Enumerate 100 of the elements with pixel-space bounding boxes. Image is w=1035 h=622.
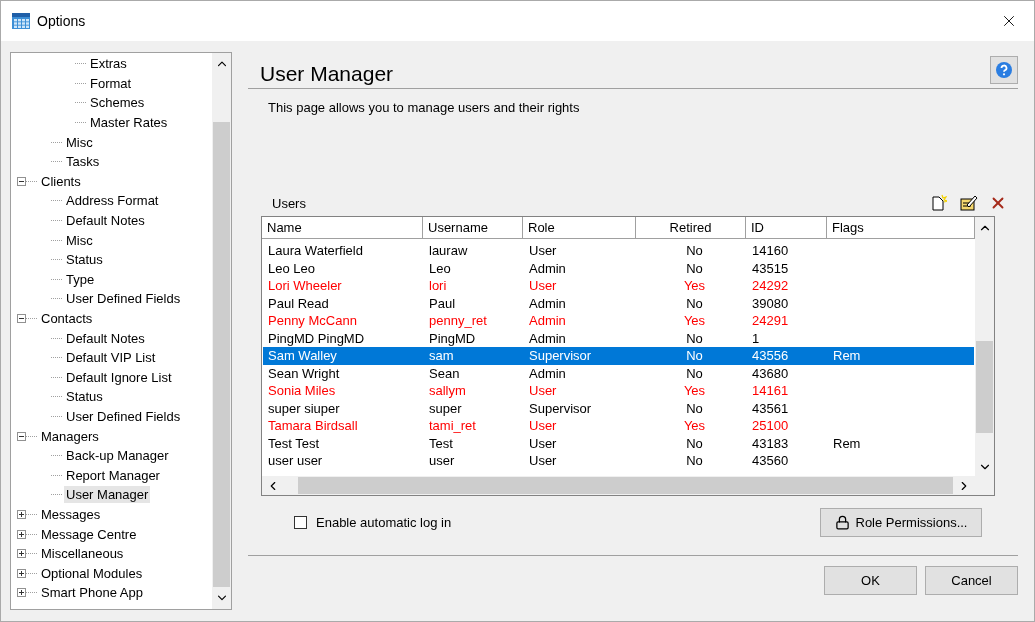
vertical-scrollbar[interactable] xyxy=(975,217,994,476)
tree-item[interactable]: Extras xyxy=(88,55,129,73)
table-row[interactable]: Sean Wright Sean Admin No 43680 xyxy=(263,364,974,382)
table-row[interactable]: Test Test Test User No 43183 Rem xyxy=(263,434,974,452)
table-row[interactable]: Tamara Birdsall tami_ret User Yes 25100 xyxy=(263,417,974,435)
table-row[interactable]: PingMD PingMD PingMD Admin No 1 xyxy=(263,329,974,347)
lock-icon xyxy=(834,515,850,530)
tree-item[interactable]: Default Notes xyxy=(64,329,147,347)
help-button[interactable] xyxy=(990,56,1018,84)
tree-item[interactable]: Contacts xyxy=(39,310,95,327)
calendar-grid-icon xyxy=(11,11,31,31)
table-cell-text: Yes xyxy=(682,418,707,434)
table-cell-text: No xyxy=(685,295,704,311)
table-row[interactable]: super siuper super Supervisor No 43561 xyxy=(263,399,974,417)
tree-item[interactable]: Optional Modules xyxy=(39,564,145,582)
table-row[interactable]: Laura Waterfield lauraw User No 14160 xyxy=(263,242,974,260)
table-cell-text: Test Test xyxy=(267,435,321,451)
table-cell-text: Leo xyxy=(428,260,452,276)
tree-item[interactable]: Status xyxy=(64,251,105,269)
table-cell-text: 43680 xyxy=(751,365,790,381)
table-cell-text: user user xyxy=(267,453,324,469)
table-cell-text: Rem xyxy=(832,435,862,451)
table-row[interactable]: Penny McCann penny_ret Admin Yes 24291 xyxy=(263,312,974,330)
tree-item[interactable]: User Defined Fields xyxy=(64,408,183,425)
collapse-icon[interactable] xyxy=(17,431,26,441)
table-cell-text: user xyxy=(428,453,456,469)
expand-icon[interactable] xyxy=(17,588,26,598)
table-cell-text: Admin xyxy=(528,365,567,381)
table-cell-text: 39080 xyxy=(751,295,790,311)
role-permissions-button[interactable]: Role Permissions... xyxy=(820,508,982,537)
table-cell-text: Admin xyxy=(528,330,567,346)
tree-item[interactable]: Back-up Manager xyxy=(64,447,171,465)
table-row[interactable]: Sonia Miles sallym User Yes 14161 xyxy=(263,382,974,400)
table-cell-text: No xyxy=(685,400,704,416)
table-cell-text: super xyxy=(428,400,463,416)
expand-icon[interactable] xyxy=(17,529,26,539)
table-cell-text: User xyxy=(528,435,558,451)
table-cell-text: Penny McCann xyxy=(267,313,358,329)
table-cell-text: No xyxy=(685,260,704,276)
expand-icon[interactable] xyxy=(17,549,26,559)
tree-item[interactable]: Message Centre xyxy=(39,525,139,543)
checkbox[interactable] xyxy=(294,516,307,529)
tree-item[interactable]: Miscellaneous xyxy=(39,545,126,563)
tree-item[interactable]: Managers xyxy=(39,427,101,445)
tree-item[interactable]: User Manager xyxy=(64,486,151,504)
table-cell-text: Tamara Birdsall xyxy=(267,418,359,434)
table-cell-text: Admin xyxy=(528,260,567,276)
table-cell-text: 43561 xyxy=(751,400,790,416)
table-cell-text: No xyxy=(685,243,704,259)
ok-button[interactable]: OK xyxy=(824,566,917,595)
table-cell-text: Sam Walley xyxy=(267,348,338,364)
table-cell-text: 25100 xyxy=(751,418,790,434)
table-row[interactable]: Sam Walley sam Supervisor No 43556 Rem xyxy=(263,347,974,365)
table-cell-text: No xyxy=(685,435,704,451)
tree-item[interactable]: Clients xyxy=(39,172,83,190)
tree-item[interactable]: Address Format xyxy=(64,192,161,210)
table-cell-text: Sean Wright xyxy=(267,365,341,381)
tree-item[interactable]: Schemes xyxy=(88,94,147,112)
table-cell-text: User xyxy=(528,278,558,294)
expand-icon[interactable] xyxy=(17,568,26,578)
help-icon xyxy=(995,61,1013,79)
tree-item[interactable]: User Defined Fields xyxy=(64,290,183,308)
table-cell-text: 43560 xyxy=(751,453,790,469)
table-cell-text: lori xyxy=(428,278,448,294)
horizontal-scrollbar[interactable] xyxy=(262,476,994,495)
tree-item[interactable]: Default VIP List xyxy=(64,349,158,367)
table-row[interactable]: Leo Leo Leo Admin No 43515 xyxy=(263,259,974,277)
table-cell-text: Leo Leo xyxy=(267,260,316,276)
page-description: This page allows you to manage users and their rights xyxy=(267,99,581,117)
table-cell-text: Yes xyxy=(682,383,707,399)
tree-item[interactable]: Misc xyxy=(64,133,95,151)
table-row[interactable]: user user user User No 43560 xyxy=(263,452,974,470)
collapse-icon[interactable] xyxy=(17,176,26,186)
tree-item[interactable]: Smart Phone App xyxy=(39,584,145,602)
tree-item[interactable]: Messages xyxy=(39,505,103,523)
table-cell-text: Test xyxy=(428,435,454,451)
collapse-icon[interactable] xyxy=(17,314,26,323)
tree-item[interactable]: Status xyxy=(64,388,105,406)
users-label: Users xyxy=(272,195,306,211)
tree-item[interactable]: Format xyxy=(88,74,134,92)
tree-item[interactable]: Default Notes xyxy=(64,212,147,230)
edit-document-button[interactable] xyxy=(958,193,978,213)
table-cell-text: Supervisor xyxy=(528,348,593,364)
table-cell-text: Sean xyxy=(428,365,461,381)
tree-item[interactable]: Type xyxy=(64,270,97,288)
table-cell-text: Admin xyxy=(528,295,567,311)
vertical-scrollbar[interactable] xyxy=(212,53,231,609)
table-row[interactable]: Paul Read Paul Admin No 39080 xyxy=(263,294,974,312)
tree-item[interactable]: Report Manager xyxy=(64,466,162,484)
expand-icon[interactable] xyxy=(17,509,26,519)
tree-item[interactable]: Misc xyxy=(64,231,95,249)
table-cell-text: 14160 xyxy=(751,243,790,259)
tree-item[interactable]: Default Ignore List xyxy=(64,368,174,386)
table-cell-text: No xyxy=(685,330,704,346)
table-cell-text: 14161 xyxy=(751,383,790,399)
table-row[interactable]: Lori Wheeler lori User Yes 24292 xyxy=(263,277,974,295)
tree-item[interactable]: Tasks xyxy=(64,153,102,171)
cancel-button[interactable]: Cancel xyxy=(925,566,1018,595)
table-cell-text: Supervisor xyxy=(528,400,593,416)
tree-item[interactable]: Master Rates xyxy=(88,114,170,132)
